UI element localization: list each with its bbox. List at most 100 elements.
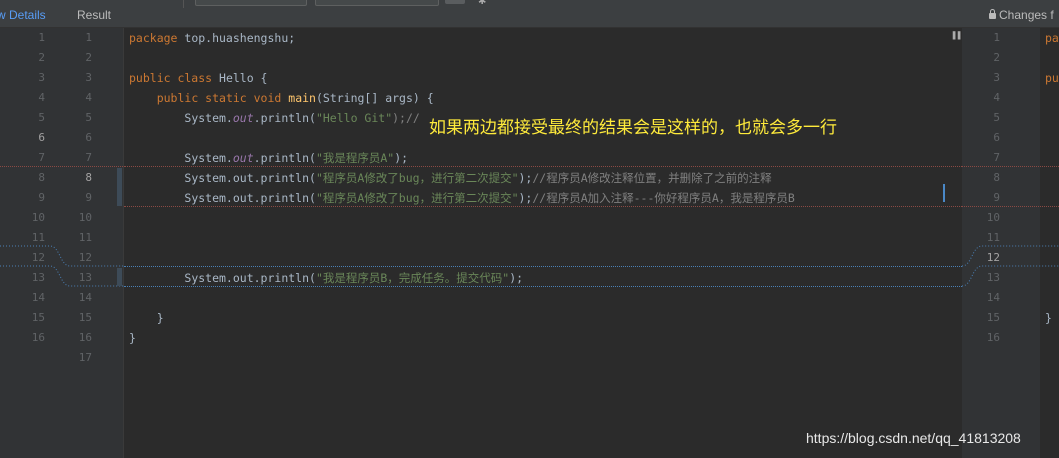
code-text: System.out.println( <box>184 171 316 185</box>
code-line-5[interactable]: System.out.println("Hello Git");// <box>129 108 420 128</box>
line-number: 16 <box>31 331 45 344</box>
method-name: main <box>288 91 316 105</box>
line-number: 16 <box>78 331 92 344</box>
line-number: 8 <box>38 171 45 184</box>
line-number: 11 <box>78 231 92 244</box>
line-number: 1 <box>85 31 92 44</box>
line-number: 8 <box>993 171 1000 184</box>
code-text: System. <box>184 111 233 125</box>
line-number: 5 <box>38 111 45 124</box>
line-number: 15 <box>78 311 92 324</box>
line-number: 7 <box>993 151 1000 164</box>
change-caret <box>943 184 945 202</box>
line-number: 7 <box>38 151 45 164</box>
code-line-3[interactable]: public class Hello { <box>129 68 267 88</box>
line-number: 4 <box>38 91 45 104</box>
keyword: public static void <box>156 91 282 105</box>
code-text: .println( <box>253 111 316 125</box>
line-number: 8 <box>85 171 92 184</box>
right-version-combo[interactable] <box>315 0 439 6</box>
line-number: 12 <box>31 251 45 264</box>
code-line-16[interactable]: } <box>129 328 136 348</box>
tab-view-details[interactable]: w Details <box>0 8 46 22</box>
line-number: 3 <box>85 71 92 84</box>
right-code-line-15: } <box>1045 311 1052 325</box>
line-number: 14 <box>31 291 45 304</box>
line-number: 12 <box>986 251 1000 264</box>
code-line-13[interactable]: System.out.println("我是程序员B，完成任务。提交代码"); <box>129 268 523 288</box>
string-literal: "程序员A修改了bug，进行第二次提交" <box>315 191 519 205</box>
line-number: 4 <box>85 91 92 104</box>
right-code-line-1: pa <box>1045 31 1059 45</box>
line-number: 9 <box>38 191 45 204</box>
line-number: 11 <box>31 231 45 244</box>
line-number: 6 <box>993 131 1000 144</box>
change-marker <box>117 168 122 206</box>
code-text: );// <box>392 111 420 125</box>
line-number: 15 <box>986 311 1000 324</box>
line-number: 1 <box>993 31 1000 44</box>
line-number: 17 <box>78 351 92 364</box>
line-number: 5 <box>85 111 92 124</box>
line-number: 15 <box>31 311 45 324</box>
static-field: out <box>232 151 254 165</box>
settings-icon[interactable]: ✱ <box>478 0 486 7</box>
keyword: package <box>129 31 178 45</box>
code-line-7[interactable]: System.out.println("我是程序员A"); <box>129 148 408 168</box>
string-literal: "Hello Git" <box>315 111 393 125</box>
diff-toolbar: w Details Result ✱ Changes f <box>0 0 1059 28</box>
line-number: 10 <box>31 211 45 224</box>
code-text: ); <box>394 151 409 165</box>
code-text: System.out.println( <box>184 191 316 205</box>
code-comment: //程序员A加入注释---你好程序员A，我是程序员B <box>532 191 795 205</box>
line-number: 14 <box>986 291 1000 304</box>
line-number: 7 <box>85 151 92 164</box>
left-version-combo[interactable] <box>195 0 307 6</box>
line-number: 13 <box>986 271 1000 284</box>
change-border <box>124 266 962 267</box>
changes-label: Changes f <box>989 8 1054 22</box>
string-literal: "我是程序员A" <box>315 151 395 165</box>
line-number: 14 <box>78 291 92 304</box>
string-literal: "程序员A修改了bug，进行第二次提交" <box>315 171 519 185</box>
line-number: 9 <box>85 191 92 204</box>
line-number: 1 <box>38 31 45 44</box>
string-literal: "我是程序员B，完成任务。提交代码" <box>315 271 510 285</box>
code-text: (String[] args) { <box>315 91 434 105</box>
line-number: 11 <box>986 231 1000 244</box>
code-text: } <box>129 331 136 345</box>
watermark: https://blog.csdn.net/qq_41813208 <box>806 430 1021 446</box>
line-number: 13 <box>78 271 92 284</box>
changes-text: Changes f <box>999 8 1054 22</box>
code-line-4[interactable]: public static void main(String[] args) { <box>129 88 434 108</box>
code-line-1[interactable]: package top.huashengshu; <box>129 28 295 48</box>
line-number: 2 <box>993 51 1000 64</box>
code-text: Hello { <box>212 71 268 85</box>
right-code-line-3: pu <box>1045 71 1059 85</box>
line-number: 3 <box>993 71 1000 84</box>
code-text: ); <box>518 191 533 205</box>
code-line-8[interactable]: System.out.println("程序员A修改了bug，进行第二次提交")… <box>129 168 771 188</box>
code-text: ); <box>518 171 533 185</box>
code-text: ); <box>509 271 524 285</box>
line-number: 16 <box>986 331 1000 344</box>
static-field: out <box>232 111 254 125</box>
code-line-9[interactable]: System.out.println("程序员A修改了bug，进行第二次提交")… <box>129 188 795 208</box>
line-number: 2 <box>38 51 45 64</box>
toolbar-separator <box>183 0 184 8</box>
code-text: } <box>156 311 164 325</box>
line-number: 2 <box>85 51 92 64</box>
line-number: 6 <box>38 131 45 144</box>
line-number: 10 <box>78 211 92 224</box>
line-number: 13 <box>31 271 45 284</box>
code-text: System.out.println( <box>184 271 316 285</box>
pause-icon[interactable]: ❚❚ <box>951 30 962 41</box>
line-number: 6 <box>85 131 92 144</box>
line-number: 5 <box>993 111 1000 124</box>
line-number: 9 <box>993 191 1000 204</box>
toolbar-action-button[interactable] <box>445 0 465 4</box>
annotation-text: 如果两边都接受最终的结果会是这样的，也就会多一行 <box>427 113 839 138</box>
code-line-15[interactable]: } <box>129 308 164 328</box>
change-marker <box>117 268 122 286</box>
tab-result[interactable]: Result <box>77 8 111 22</box>
